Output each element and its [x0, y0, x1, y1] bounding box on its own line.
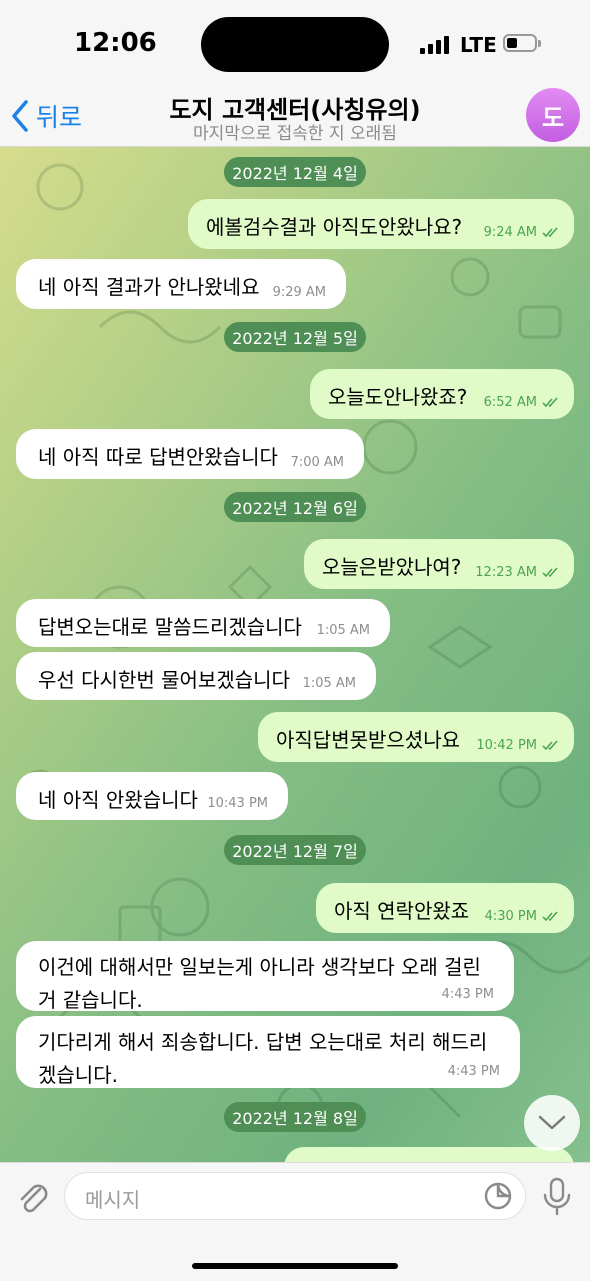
microphone-icon[interactable] [540, 1177, 574, 1217]
incoming-message[interactable]: 이건에 대해서만 일보는게 아니라 생각보다 오래 걸린 거 같습니다. 4:4… [16, 941, 514, 1012]
double-check-icon [542, 397, 558, 408]
message-time: 7:00 AM [290, 455, 344, 470]
date-separator: 2022년 12월 6일 [224, 492, 366, 522]
message-meta: 10:42 PM [476, 738, 560, 753]
message-time: 1:05 AM [316, 623, 370, 638]
chevron-down-icon [538, 1115, 566, 1130]
avatar[interactable]: 도 [526, 88, 580, 142]
chat-header: 뒤로 도지 고객센터(사칭유의) 마지막으로 접속한 지 오래됨 도 [0, 88, 590, 147]
message-time: 4:43 PM [447, 1064, 500, 1079]
scroll-down-button[interactable] [524, 1095, 580, 1151]
message-time: 4:43 PM [441, 987, 494, 1002]
double-check-icon [542, 227, 558, 238]
outgoing-message[interactable]: 아직 연락안왔죠 4:30 PM [316, 883, 574, 933]
double-check-icon [542, 740, 558, 751]
incoming-message[interactable]: 네 아직 따로 답변안왔습니다 7:00 AM [16, 429, 364, 479]
message-meta: 9:24 AM [484, 225, 560, 240]
outgoing-message[interactable]: 에볼검수결과 아직도안왔나요? 9:24 AM [188, 199, 574, 249]
date-separator: 2022년 12월 7일 [224, 835, 366, 865]
last-seen-status: 마지막으로 접속한 지 오래됨 [193, 124, 397, 144]
status-bar: 12:06 LTE [0, 0, 590, 88]
message-text: 기다리게 해서 죄송합니다. 답변 오는대로 처리 해드리 겠습니다. [38, 1026, 498, 1092]
sticker-icon[interactable] [483, 1181, 513, 1211]
outgoing-message-partial[interactable] [284, 1147, 574, 1162]
date-separator: 2022년 12월 4일 [224, 157, 366, 187]
message-text: 네 아직 따로 답변안왔습니다 [38, 445, 278, 469]
double-check-icon [542, 911, 558, 922]
home-indicator [192, 1263, 398, 1269]
outgoing-message[interactable]: 오늘은받았나여? 12:23 AM [304, 539, 574, 589]
message-line: 이건에 대해서만 일보는게 아니라 생각보다 오래 걸린 [38, 955, 481, 979]
incoming-message[interactable]: 기다리게 해서 죄송합니다. 답변 오는대로 처리 해드리 겠습니다. 4:43… [16, 1016, 520, 1088]
incoming-message[interactable]: 네 아직 안왔습니다 10:43 PM [16, 772, 288, 820]
signal-icon [420, 36, 452, 54]
message-line: 겠습니다. [38, 1063, 118, 1087]
message-time: 10:42 PM [476, 738, 537, 753]
message-input[interactable]: 메시지 [64, 1172, 526, 1220]
message-meta: 12:23 AM [475, 565, 560, 580]
battery-icon [503, 34, 541, 52]
message-placeholder: 메시지 [85, 1188, 141, 1212]
message-time: 6:52 AM [483, 395, 537, 410]
attach-icon[interactable] [14, 1179, 52, 1217]
status-time: 12:06 [74, 28, 157, 58]
message-text: 우선 다시한번 물어보겠습니다 [38, 668, 290, 692]
message-text: 답변오는대로 말씀드리겠습니다 [38, 615, 302, 639]
message-time: 4:30 PM [484, 909, 537, 924]
date-separator: 2022년 12월 8일 [224, 1102, 366, 1132]
message-time: 12:23 AM [475, 565, 537, 580]
message-list[interactable]: 2022년 12월 4일 에볼검수결과 아직도안왔나요? 9:24 AM 네 아… [0, 147, 590, 1162]
message-meta: 4:30 PM [485, 909, 560, 924]
outgoing-message[interactable]: 아직답변못받으셨나요 10:42 PM [258, 712, 574, 762]
message-meta: 6:52 AM [484, 395, 560, 410]
message-text: 오늘도안나왔죠? [328, 385, 468, 409]
message-text: 오늘은받았나여? [322, 555, 462, 579]
dynamic-island [201, 17, 389, 72]
date-separator: 2022년 12월 5일 [224, 322, 366, 352]
incoming-message[interactable]: 우선 다시한번 물어보겠습니다 1:05 AM [16, 652, 376, 700]
message-text: 에볼검수결과 아직도안왔나요? [206, 215, 463, 239]
network-label: LTE [460, 33, 497, 57]
message-text: 이건에 대해서만 일보는게 아니라 생각보다 오래 걸린 거 같습니다. [38, 951, 498, 1017]
message-text: 네 아직 결과가 안나왔네요 [38, 275, 260, 299]
incoming-message[interactable]: 답변오는대로 말씀드리겠습니다 1:05 AM [16, 599, 390, 647]
message-text: 아직답변못받으셨나요 [276, 728, 460, 752]
message-time: 9:29 AM [272, 285, 326, 300]
message-time: 9:24 AM [483, 225, 537, 240]
incoming-message[interactable]: 네 아직 결과가 안나왔네요 9:29 AM [16, 259, 346, 309]
message-time: 10:43 PM [207, 796, 268, 811]
message-line: 거 같습니다. [38, 988, 143, 1012]
message-text: 아직 연락안왔죠 [334, 899, 470, 923]
outgoing-message[interactable]: 오늘도안나왔죠? 6:52 AM [310, 369, 574, 419]
message-text: 네 아직 안왔습니다 [38, 788, 198, 812]
message-line: 기다리게 해서 죄송합니다. 답변 오는대로 처리 해드리 [38, 1030, 488, 1054]
message-time: 1:05 AM [302, 676, 356, 691]
double-check-icon [542, 567, 558, 578]
